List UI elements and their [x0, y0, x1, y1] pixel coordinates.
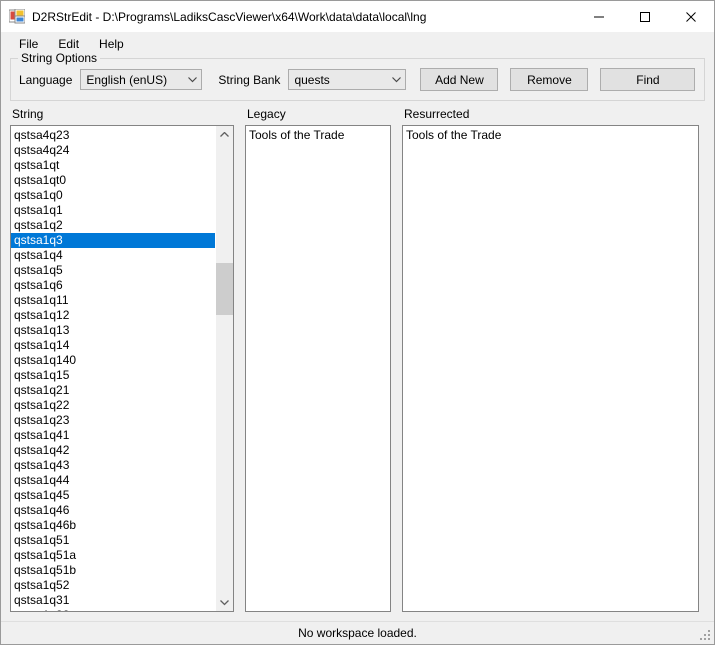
string-options-group: String Options Language English (enUS) S…	[10, 51, 705, 101]
list-item[interactable]: qstsa1q52	[11, 578, 215, 593]
maximize-button[interactable]	[622, 1, 668, 32]
list-item[interactable]: qstsa4q23	[11, 128, 215, 143]
scrollbar-thumb[interactable]	[216, 263, 233, 315]
list-item[interactable]: qstsa1q2	[11, 218, 215, 233]
remove-button[interactable]: Remove	[510, 68, 589, 91]
list-item[interactable]: qstsa1q11	[11, 293, 215, 308]
list-item[interactable]: qstsa1q140	[11, 353, 215, 368]
list-item[interactable]: qstsa1q0	[11, 188, 215, 203]
legacy-text-box[interactable]: Tools of the Trade	[245, 125, 391, 612]
list-item[interactable]: qstsa1q1	[11, 203, 215, 218]
column-headers: String Legacy Resurrected	[1, 107, 714, 125]
list-item[interactable]: qstsa1q13	[11, 323, 215, 338]
list-item[interactable]: qstsa1q4	[11, 248, 215, 263]
menu-bar: File Edit Help	[1, 32, 714, 55]
find-button[interactable]: Find	[600, 68, 696, 91]
list-item[interactable]: qstsa1q44	[11, 473, 215, 488]
maximize-icon	[640, 11, 650, 22]
resurrected-text-value: Tools of the Trade	[406, 128, 502, 142]
list-item[interactable]: qstsa1q6	[11, 278, 215, 293]
string-bank-label: String Bank	[218, 72, 281, 87]
list-item[interactable]: qstsa1q51b	[11, 563, 215, 578]
language-label: Language	[19, 72, 73, 87]
list-item[interactable]: qstsa1q12	[11, 308, 215, 323]
list-item[interactable]: qstsa1qt	[11, 158, 215, 173]
resize-grip-icon[interactable]	[699, 629, 711, 641]
string-list-items: qstsa4q23 qstsa4q24 qstsa1qt qstsa1qt0 qstsa…	[11, 126, 215, 611]
scroll-up-arrow-icon[interactable]	[216, 126, 233, 143]
list-item[interactable]: qstsa1q31	[11, 593, 215, 608]
minimize-icon	[594, 16, 604, 17]
window-controls	[576, 1, 714, 32]
legacy-text-value: Tools of the Trade	[249, 128, 345, 142]
chevron-down-icon	[184, 76, 201, 83]
list-item[interactable]: qstsa1q32	[11, 608, 215, 611]
window-title: D2RStrEdit - D:\Programs\LadiksCascViewe…	[32, 9, 427, 24]
string-options-group-label: String Options	[18, 51, 101, 65]
list-item[interactable]: qstsa1qt0	[11, 173, 215, 188]
string-bank-dropdown[interactable]: quests	[288, 69, 407, 90]
column-header-resurrected: Resurrected	[404, 107, 470, 121]
application-window: D2RStrEdit - D:\Programs\LadiksCascViewe…	[0, 0, 715, 645]
string-list-scrollbar[interactable]	[215, 126, 233, 611]
string-list[interactable]: qstsa4q23 qstsa4q24 qstsa1qt qstsa1qt0 qstsa…	[10, 125, 234, 612]
list-item[interactable]: qstsa1q14	[11, 338, 215, 353]
list-item[interactable]: qstsa1q3	[11, 233, 215, 248]
content-panes: qstsa4q23 qstsa4q24 qstsa1qt qstsa1qt0 qstsa…	[1, 125, 714, 621]
minimize-button[interactable]	[576, 1, 622, 32]
column-header-legacy: Legacy	[247, 107, 286, 121]
list-item[interactable]: qstsa1q22	[11, 398, 215, 413]
list-item[interactable]: qstsa1q43	[11, 458, 215, 473]
close-icon	[686, 11, 696, 22]
close-button[interactable]	[668, 1, 714, 32]
list-item[interactable]: qstsa1q23	[11, 413, 215, 428]
list-item[interactable]: qstsa1q45	[11, 488, 215, 503]
list-item[interactable]: qstsa1q42	[11, 443, 215, 458]
language-dropdown-value: English (enUS)	[86, 72, 168, 87]
title-bar: D2RStrEdit - D:\Programs\LadiksCascViewe…	[1, 1, 714, 32]
column-header-string: String	[12, 107, 44, 121]
list-item[interactable]: qstsa1q51a	[11, 548, 215, 563]
list-item[interactable]: qstsa1q46b	[11, 518, 215, 533]
list-item[interactable]: qstsa1q5	[11, 263, 215, 278]
add-new-button[interactable]: Add New	[420, 68, 499, 91]
list-item[interactable]: qstsa1q51	[11, 533, 215, 548]
list-item[interactable]: qstsa1q46	[11, 503, 215, 518]
list-item[interactable]: qstsa1q21	[11, 383, 215, 398]
resurrected-text-box[interactable]: Tools of the Trade	[402, 125, 699, 612]
language-dropdown[interactable]: English (enUS)	[80, 69, 203, 90]
app-panels-icon	[8, 8, 26, 25]
chevron-down-icon	[388, 76, 405, 83]
status-message: No workspace loaded.	[298, 626, 417, 640]
list-item[interactable]: qstsa1q41	[11, 428, 215, 443]
status-bar: No workspace loaded.	[1, 621, 714, 644]
scroll-down-arrow-icon[interactable]	[216, 594, 233, 611]
list-item[interactable]: qstsa4q24	[11, 143, 215, 158]
string-bank-dropdown-value: quests	[294, 72, 330, 87]
list-item[interactable]: qstsa1q15	[11, 368, 215, 383]
